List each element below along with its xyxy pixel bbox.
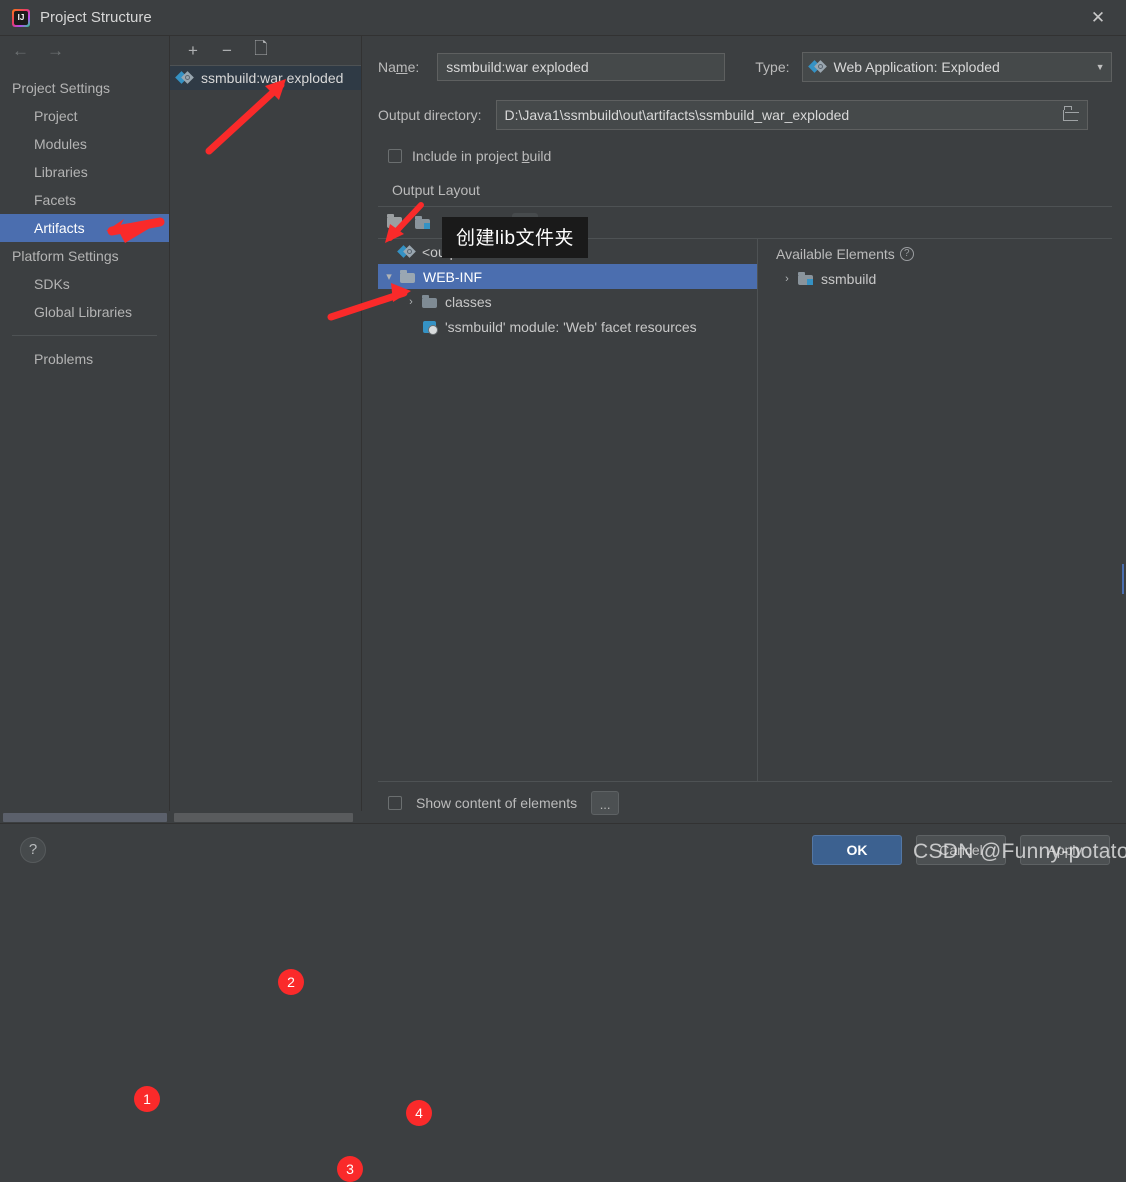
panel-scrollbars (0, 811, 363, 823)
sidebar-item-artifacts[interactable]: Artifacts (0, 214, 169, 242)
layout-trees: › <output root> ▾ WEB-INF › classes (378, 239, 1124, 781)
output-directory-row: Output directory: D:\Java1\ssmbuild\out\… (378, 100, 1112, 130)
sidebar-group-project-settings: Project Settings (12, 80, 111, 96)
close-icon[interactable]: ✕ (1070, 0, 1126, 36)
annotation-badge-4: 4 (406, 1100, 432, 1126)
ok-button[interactable]: OK (812, 834, 902, 865)
artifacts-list-panel: + − 🗋 ssmbuild:war exploded (170, 36, 362, 823)
available-element-ssmbuild[interactable]: › ssmbuild (776, 266, 1112, 291)
module-facet-icon (422, 319, 438, 335)
module-icon[interactable] (414, 213, 436, 233)
sidebar-item-global-libraries[interactable]: Global Libraries (0, 298, 169, 326)
help-circle-icon[interactable]: ? (899, 246, 914, 261)
annotation-badge-3: 3 (337, 1156, 363, 1182)
output-layout-area: + ▼ ▼ › <output root> ▾ WEB-INF (378, 206, 1124, 823)
create-directory-icon[interactable] (384, 213, 405, 233)
sidebar-group-platform-settings: Platform Settings (12, 248, 119, 264)
arrow-right-icon[interactable]: → (47, 41, 64, 61)
create-lib-folder-tooltip: 创建lib文件夹 (442, 217, 589, 258)
include-in-project-build-row[interactable]: Include in project build (378, 148, 1112, 164)
chevron-right-icon[interactable]: › (776, 273, 798, 285)
folder-browse-icon[interactable] (1059, 104, 1083, 126)
annotation-badge-2: 2 (278, 969, 304, 995)
chevron-down-icon: ▼ (1095, 62, 1105, 72)
add-artifact-button[interactable]: + (184, 41, 202, 60)
artifacts-horizontal-scrollbar[interactable] (170, 811, 363, 823)
show-content-of-elements-checkbox[interactable] (388, 795, 402, 810)
chevron-down-icon[interactable]: ▾ (378, 270, 400, 283)
tree-twisty-icon: › (400, 321, 422, 333)
title-bar: Project Structure ✕ (0, 0, 1126, 36)
sidebar-nav-list: Project Settings Project Modules Librari… (0, 66, 169, 373)
sidebar-item-facets[interactable]: Facets (0, 186, 169, 214)
sidebar-item-sdks[interactable]: SDKs (0, 270, 169, 298)
settings-sidebar: ← → Project Settings Project Modules Lib… (0, 36, 170, 823)
cancel-button[interactable]: Cancel (916, 834, 1006, 865)
output-tree-web-inf[interactable]: ▾ WEB-INF (378, 264, 757, 289)
more-options-button[interactable]: ... (591, 790, 620, 815)
drop-indicator (1122, 564, 1124, 594)
type-select[interactable]: Web Application: Exploded ▼ (801, 52, 1112, 82)
remove-artifact-button[interactable]: − (218, 41, 236, 60)
available-element-ssmbuild-label: ssmbuild (821, 270, 877, 287)
output-tree-web-inf-label: WEB-INF (423, 268, 483, 285)
annotation-badge-1: 1 (134, 1086, 160, 1112)
available-elements-panel: Available Elements ? › ssmbuild (758, 239, 1112, 781)
name-label: Name: (378, 59, 420, 75)
show-content-of-elements-label: Show content of elements (416, 794, 578, 811)
sidebar-navigation: ← → (0, 36, 169, 66)
artifact-editor: Name: Type: Web Application: Exploded ▼ … (362, 36, 1126, 823)
output-layout-tree: › <output root> ▾ WEB-INF › classes (378, 239, 758, 781)
artifact-list-item-label: ssmbuild:war exploded (201, 70, 344, 86)
folder-icon (400, 269, 416, 285)
sidebar-item-modules[interactable]: Modules (0, 130, 169, 158)
sidebar-item-problems[interactable]: Problems (0, 345, 169, 373)
copy-icon[interactable]: 🗋 (252, 39, 270, 60)
apply-button[interactable]: Apply (1020, 834, 1110, 865)
output-layout-footer: Show content of elements ... (378, 781, 1112, 823)
artifact-icon (175, 70, 194, 86)
available-elements-label: Available Elements (776, 245, 895, 262)
dialog-buttons: OK Cancel Apply (812, 834, 1126, 865)
intellij-idea-logo-icon (12, 8, 30, 27)
arrow-left-icon[interactable]: ← (12, 41, 29, 61)
output-directory-value: D:\Java1\ssmbuild\out\artifacts\ssmbuild… (504, 107, 850, 123)
name-input[interactable] (437, 53, 726, 81)
output-directory-input[interactable]: D:\Java1\ssmbuild\out\artifacts\ssmbuild… (495, 100, 1088, 130)
help-button[interactable]: ? (20, 836, 46, 863)
type-select-value: Web Application: Exploded (833, 59, 1000, 75)
sidebar-divider (12, 335, 157, 336)
dialog-body: ← → Project Settings Project Modules Lib… (0, 36, 1126, 823)
include-in-project-build-label: Include in project build (412, 148, 552, 164)
sidebar-item-project[interactable]: Project (0, 102, 169, 130)
artifact-list-item[interactable]: ssmbuild:war exploded (170, 66, 361, 90)
folder-icon (422, 294, 438, 310)
module-icon (798, 271, 814, 287)
sidebar-horizontal-scrollbar[interactable] (0, 811, 170, 823)
include-in-project-build-checkbox[interactable] (388, 149, 402, 163)
dialog-footer: ? OK Cancel Apply (0, 823, 1126, 875)
output-directory-label: Output directory: (378, 107, 482, 123)
output-tree-classes[interactable]: › classes (378, 289, 757, 314)
sidebar-item-libraries[interactable]: Libraries (0, 158, 169, 186)
output-tree-facet-resources-label: 'ssmbuild' module: 'Web' facet resources (445, 318, 697, 335)
available-elements-title: Available Elements ? (776, 241, 1112, 266)
artifacts-toolbar: + − 🗋 (170, 36, 361, 66)
artifact-icon (807, 59, 827, 75)
window-title: Project Structure (40, 9, 152, 26)
output-layout-heading: Output Layout (392, 182, 480, 198)
output-tree-classes-label: classes (445, 293, 492, 310)
artifact-icon (397, 244, 416, 260)
type-label: Type: (755, 59, 790, 75)
chevron-right-icon[interactable]: › (400, 296, 422, 308)
output-tree-facet-resources[interactable]: › 'ssmbuild' module: 'Web' facet resourc… (378, 314, 757, 339)
name-type-row: Name: Type: Web Application: Exploded ▼ (378, 52, 1112, 82)
